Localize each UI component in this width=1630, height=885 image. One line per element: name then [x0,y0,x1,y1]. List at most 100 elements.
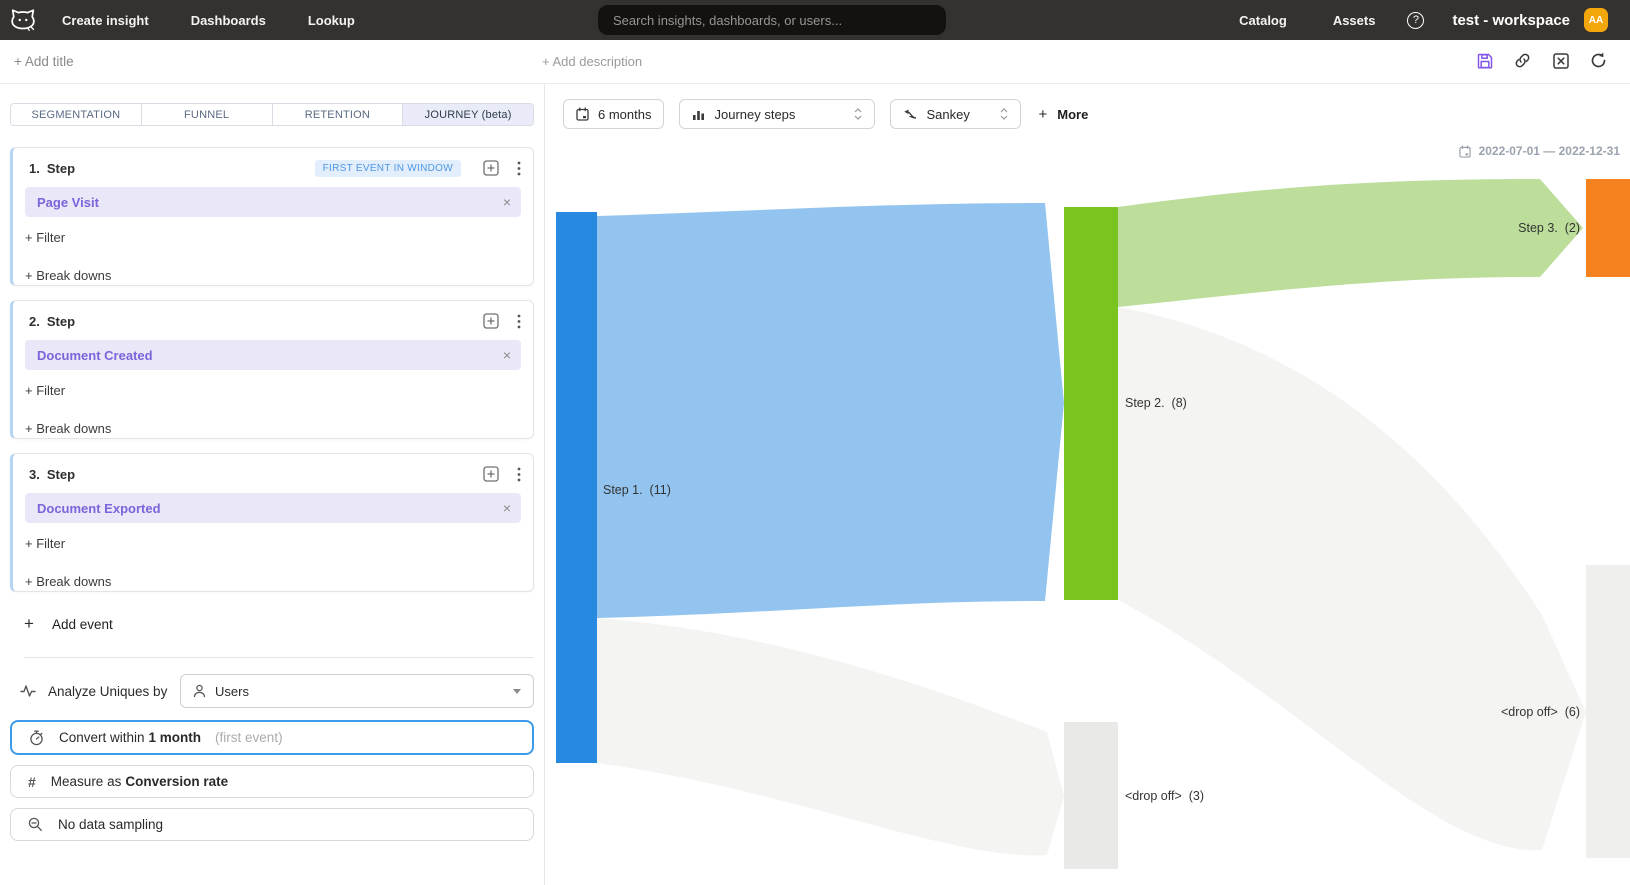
node-step3[interactable] [1586,179,1630,277]
add-filter-link[interactable]: + Filter [25,383,65,398]
more-label: More [1057,107,1088,122]
copy-link-icon[interactable] [1513,51,1532,70]
step-title: Step [47,314,75,329]
node-step2[interactable] [1064,207,1118,600]
remove-event-icon[interactable]: × [503,348,511,362]
user-icon [193,684,206,698]
period-value: 6 months [598,107,651,122]
node-label-dropoff-2: <drop off> (3) [1125,789,1204,803]
link-step2-step3[interactable] [1118,179,1583,307]
calendar-icon [576,107,589,121]
insight-type-tabs: SEGMENTATION FUNNEL RETENTION JOURNEY (b… [10,103,534,126]
link-step2-dropoff[interactable] [1118,307,1586,850]
chevron-down-icon [513,689,521,694]
node-label-step1: Step 1. (11) [603,483,671,497]
step-card-1: 1. Step FIRST EVENT IN WINDOW Page Visit… [10,147,534,286]
workspace-name[interactable]: test - workspace [1452,12,1570,29]
convert-prefix: Convert within [59,730,145,745]
remove-event-icon[interactable]: × [503,501,511,515]
link-step1-step2[interactable] [597,203,1064,618]
avatar[interactable]: AA [1584,8,1608,32]
insight-title-bar: + Add title + Add description [0,40,1630,84]
help-icon[interactable]: ? [1407,12,1424,29]
plus-icon: + [1038,106,1047,123]
analyze-row: Analyze Uniques by Users [10,674,534,708]
event-chip[interactable]: Page Visit × [25,187,521,217]
sankey-chart[interactable]: Step 1. (11) Step 2. (8) Step 3. (2) <dr… [545,140,1630,885]
analyze-label: Analyze Uniques by [48,684,167,699]
hash-icon: # [28,774,36,790]
add-breakdown-link[interactable]: + Break downs [25,574,111,589]
save-icon[interactable] [1475,51,1494,70]
top-nav: Create insight Dashboards Lookup Catalog… [0,0,1630,40]
node-dropoff-2[interactable] [1064,722,1118,869]
tab-segmentation[interactable]: SEGMENTATION [11,104,141,125]
remove-event-icon[interactable]: × [503,195,511,209]
select-chevrons-icon [854,107,862,121]
add-title-button[interactable]: + Add title [14,54,74,69]
nav-lookup[interactable]: Lookup [308,13,355,28]
chart-toolbar: 6 months Journey steps Sankey [563,99,1088,129]
convert-value: 1 month [149,730,202,745]
step-card-2: 2. Step Document Created × + Filter + Br… [10,300,534,439]
nav-catalog[interactable]: Catalog [1239,13,1287,28]
more-button[interactable]: + More [1038,106,1088,123]
refresh-icon[interactable] [1589,51,1608,70]
search-input[interactable] [598,5,946,35]
node-label-step3: Step 3. (2) [1518,221,1580,235]
tab-retention[interactable]: RETENTION [272,104,403,125]
add-step-icon[interactable] [483,160,499,176]
event-chip[interactable]: Document Created × [25,340,521,370]
measure-as-row[interactable]: # Measure as Conversion rate [10,765,534,798]
measure-prefix: Measure as [51,774,122,789]
step-title: Step [47,161,75,176]
tab-funnel[interactable]: FUNNEL [141,104,272,125]
step-number: 3. [29,467,40,482]
node-label-dropoff-3: <drop off> (6) [1501,705,1580,719]
add-description-button[interactable]: + Add description [542,54,642,69]
data-sampling-row[interactable]: No data sampling [10,808,534,841]
step-number: 1. [29,161,40,176]
nav-create-insight[interactable]: Create insight [62,13,149,28]
plus-icon: + [24,614,34,634]
chart-type-select[interactable]: Sankey [890,99,1021,129]
sampling-label: No data sampling [58,817,163,832]
step-menu-kebab-icon[interactable] [517,161,521,176]
node-step1[interactable] [556,212,597,763]
analyze-by-select[interactable]: Users [180,674,534,708]
metric-value: Journey steps [714,107,795,122]
add-step-icon[interactable] [483,466,499,482]
add-breakdown-link[interactable]: + Break downs [25,268,111,283]
sankey-icon [903,108,917,120]
add-step-icon[interactable] [483,313,499,329]
first-event-badge: FIRST EVENT IN WINDOW [315,160,461,177]
convert-within-row[interactable]: Convert within 1 month (first event) [10,720,534,755]
divider [24,657,534,658]
add-event-label: Add event [52,617,113,632]
insight-config-panel: SEGMENTATION FUNNEL RETENTION JOURNEY (b… [0,84,545,885]
add-filter-link[interactable]: + Filter [25,536,65,551]
link-step1-dropoff[interactable] [597,618,1064,855]
add-breakdown-link[interactable]: + Break downs [25,421,111,436]
add-event-button[interactable]: + Add event [10,614,534,634]
event-name: Document Created [37,348,153,363]
event-name: Page Visit [37,195,99,210]
measure-value: Conversion rate [125,774,228,789]
period-button[interactable]: 6 months [563,99,664,129]
step-menu-kebab-icon[interactable] [517,314,521,329]
event-chip[interactable]: Document Exported × [25,493,521,523]
nav-assets[interactable]: Assets [1333,13,1376,28]
step-number: 2. [29,314,40,329]
step-menu-kebab-icon[interactable] [517,467,521,482]
metric-select[interactable]: Journey steps [679,99,875,129]
nav-dashboards[interactable]: Dashboards [191,13,266,28]
tab-journey[interactable]: JOURNEY (beta) [402,104,533,125]
bar-chart-icon [692,108,705,121]
stopwatch-icon [29,730,44,746]
node-dropoff-3[interactable] [1586,565,1630,858]
cat-logo-icon[interactable] [8,0,38,40]
clear-close-icon[interactable] [1551,51,1570,70]
add-filter-link[interactable]: + Filter [25,230,65,245]
chart-area: 6 months Journey steps Sankey [545,84,1630,885]
activity-icon [20,684,36,698]
